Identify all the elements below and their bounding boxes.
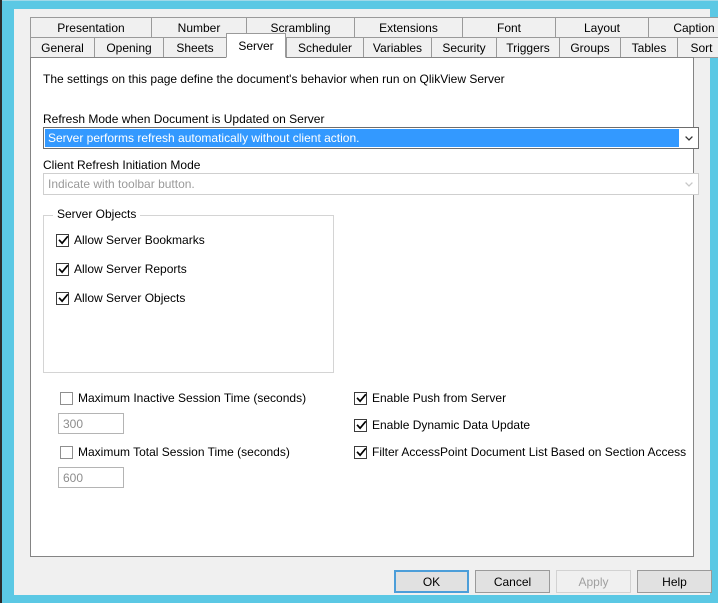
tab-strip: Presentation Number Scrambling Extensions Fo… bbox=[14, 9, 718, 58]
checkbox-unchecked-icon[interactable] bbox=[60, 391, 73, 405]
tab-layout[interactable]: Layout bbox=[555, 17, 648, 38]
checkbox-enable-dynamic-data-update[interactable]: Enable Dynamic Data Update bbox=[354, 418, 530, 432]
checkbox-checked-icon[interactable] bbox=[354, 391, 367, 405]
checkbox-label: Allow Server Reports bbox=[74, 262, 187, 276]
tab-sort[interactable]: Sort bbox=[677, 37, 718, 58]
input-maximum-total-session-time-seconds[interactable] bbox=[58, 467, 124, 488]
tab-variables[interactable]: Variables bbox=[363, 37, 431, 58]
cancel-button[interactable]: Cancel bbox=[475, 570, 550, 593]
tab-groups[interactable]: Groups bbox=[559, 37, 620, 58]
checkbox-checked-icon[interactable] bbox=[354, 418, 367, 432]
checkbox-enable-push-from-server[interactable]: Enable Push from Server bbox=[354, 391, 506, 405]
refresh-mode-label: Refresh Mode when Document is Updated on… bbox=[43, 112, 325, 126]
client-refresh-mode-label: Client Refresh Initiation Mode bbox=[43, 158, 201, 172]
chevron-down-icon[interactable] bbox=[680, 128, 698, 148]
tab-opening[interactable]: Opening bbox=[94, 37, 163, 58]
window-left-edge bbox=[0, 0, 2, 603]
tab-caption[interactable]: Caption bbox=[648, 17, 718, 38]
checkbox-label: Maximum Total Session Time (seconds) bbox=[78, 445, 290, 459]
checkbox-label: Allow Server Objects bbox=[74, 291, 186, 305]
dialog-window: Presentation Number Scrambling Extensions Fo… bbox=[0, 0, 718, 603]
tab-row-bottom: General Opening Sheets Server Scheduler Varia… bbox=[30, 33, 718, 58]
checkbox-checked-icon[interactable] bbox=[56, 233, 69, 247]
checkbox-allow-server-reports[interactable]: Allow Server Reports bbox=[56, 262, 187, 276]
server-objects-legend: Server Objects bbox=[53, 207, 141, 221]
checkbox-allow-server-objects[interactable]: Allow Server Objects bbox=[56, 291, 185, 305]
client-refresh-mode-dropdown: Indicate with toolbar button. bbox=[43, 173, 699, 195]
checkbox-checked-icon[interactable] bbox=[56, 262, 69, 276]
checkbox-maximum-inactive-session-time-seconds[interactable]: Maximum Inactive Session Time (seconds) bbox=[60, 391, 306, 405]
tab-scheduler[interactable]: Scheduler bbox=[286, 37, 363, 58]
tab-presentation[interactable]: Presentation bbox=[30, 17, 151, 38]
checkbox-label: Enable Push from Server bbox=[372, 391, 507, 405]
checkbox-maximum-total-session-time-seconds[interactable]: Maximum Total Session Time (seconds) bbox=[60, 445, 290, 459]
tab-sheets[interactable]: Sheets bbox=[163, 37, 226, 58]
client-refresh-mode-selected-value: Indicate with toolbar button. bbox=[48, 177, 195, 191]
checkbox-filter-accesspoint-document-list-based-on-sect[interactable]: Filter AccessPoint Document List Based o… bbox=[354, 445, 686, 459]
input-maximum-inactive-session-time-seconds[interactable] bbox=[58, 413, 124, 434]
checkbox-unchecked-icon[interactable] bbox=[60, 445, 73, 459]
checkbox-label: Allow Server Bookmarks bbox=[74, 233, 205, 247]
checkbox-label: Enable Dynamic Data Update bbox=[372, 418, 531, 432]
tab-font[interactable]: Font bbox=[462, 17, 555, 38]
tab-general[interactable]: General bbox=[30, 37, 94, 58]
tab-triggers[interactable]: Triggers bbox=[496, 37, 559, 58]
tab-tables[interactable]: Tables bbox=[620, 37, 677, 58]
refresh-mode-selected-value: Server performs refresh automatically wi… bbox=[45, 129, 679, 147]
dialog-client-area: Presentation Number Scrambling Extensions Fo… bbox=[14, 9, 718, 595]
server-settings-panel: The settings on this page define the doc… bbox=[30, 57, 699, 557]
tab-security[interactable]: Security bbox=[431, 37, 496, 58]
checkbox-allow-server-bookmarks[interactable]: Allow Server Bookmarks bbox=[56, 233, 205, 247]
chevron-down-icon-disabled bbox=[680, 174, 698, 194]
apply-button: Apply bbox=[556, 570, 631, 593]
tab-server[interactable]: Server bbox=[226, 33, 286, 58]
checkbox-label: Filter AccessPoint Document List Based o… bbox=[372, 445, 687, 459]
tab-row-top: Presentation Number Scrambling Extensions Fo… bbox=[30, 17, 718, 38]
ok-button[interactable]: OK bbox=[394, 570, 469, 593]
refresh-mode-dropdown[interactable]: Server performs refresh automatically wi… bbox=[43, 127, 699, 149]
checkbox-checked-icon[interactable] bbox=[56, 291, 69, 305]
tab-extensions[interactable]: Extensions bbox=[354, 17, 462, 38]
dialog-footer: OK Cancel Apply Help bbox=[14, 558, 712, 595]
checkbox-label: Maximum Inactive Session Time (seconds) bbox=[78, 391, 307, 405]
help-button[interactable]: Help bbox=[637, 570, 712, 593]
checkbox-checked-icon[interactable] bbox=[354, 445, 367, 459]
page-description: The settings on this page define the doc… bbox=[43, 72, 505, 86]
